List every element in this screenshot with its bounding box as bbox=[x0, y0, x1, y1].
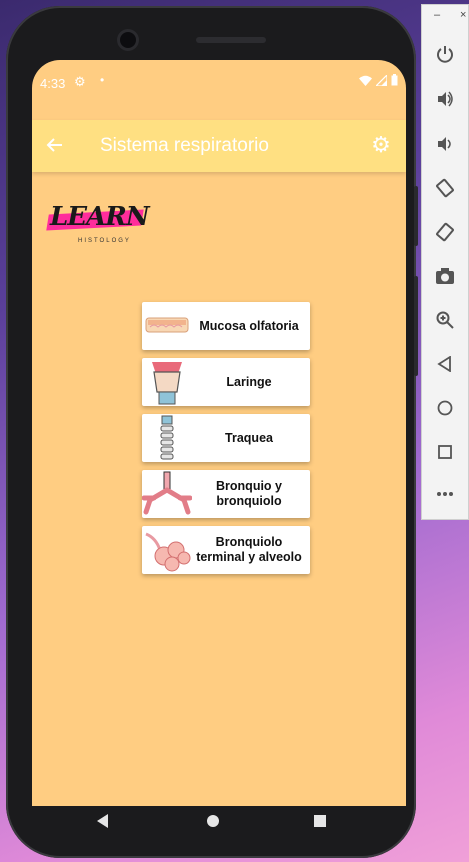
status-bar: 4:33 ⚙ • bbox=[32, 60, 406, 106]
menu-item-laringe[interactable]: Laringe bbox=[142, 358, 310, 406]
power-side-button bbox=[414, 186, 418, 246]
trachea-icon bbox=[142, 414, 192, 462]
app-screen: 4:33 ⚙ • Sistema respiratorio ⚙ LEARN HI… bbox=[32, 60, 406, 806]
settings-icon: ⚙ bbox=[74, 74, 86, 89]
logo-word: LEARN bbox=[50, 202, 150, 232]
volume-down-button[interactable] bbox=[422, 127, 468, 161]
nav-home-button[interactable] bbox=[206, 814, 220, 833]
menu-item-label: Bronquio y bronquiolo bbox=[216, 479, 282, 508]
screenshot-button[interactable] bbox=[422, 259, 468, 293]
larynx-icon bbox=[142, 358, 192, 406]
logo-subtitle: HISTOLOGY bbox=[78, 238, 131, 244]
wifi-icon bbox=[359, 75, 372, 86]
status-time: 4:33 bbox=[40, 76, 66, 91]
back-triangle-icon bbox=[97, 814, 108, 828]
back-button[interactable] bbox=[46, 132, 74, 160]
emu-home-button[interactable] bbox=[422, 391, 468, 425]
menu-item-alveolo[interactable]: Bronquiolo terminal y alveolo bbox=[142, 526, 310, 574]
zoom-button[interactable] bbox=[422, 303, 468, 337]
settings-button[interactable]: ⚙ bbox=[368, 133, 394, 159]
zoom-icon bbox=[436, 311, 454, 329]
volume-down-icon bbox=[438, 137, 451, 151]
menu-item-mucosa-olfatoria[interactable]: Mucosa olfatoria bbox=[142, 302, 310, 350]
android-nav-bar bbox=[26, 800, 400, 846]
overview-square-icon bbox=[314, 815, 326, 827]
topic-menu: Mucosa olfatoria Laringe Traquea Bronqui… bbox=[141, 302, 310, 582]
volume-up-button[interactable] bbox=[422, 82, 468, 116]
arrow-left-icon bbox=[46, 138, 62, 152]
volume-side-button bbox=[414, 276, 418, 376]
more-button[interactable] bbox=[422, 477, 468, 511]
camera-icon bbox=[436, 268, 454, 284]
notification-dot-icon: • bbox=[100, 73, 105, 87]
gear-icon: ⚙ bbox=[371, 132, 391, 157]
home-circle-icon bbox=[207, 815, 219, 827]
power-button[interactable] bbox=[422, 37, 468, 71]
menu-item-traquea[interactable]: Traquea bbox=[142, 414, 310, 462]
menu-item-bronquio[interactable]: Bronquio y bronquiolo bbox=[141, 470, 310, 518]
learn-histology-logo: LEARN HISTOLOGY bbox=[44, 200, 150, 250]
alveolus-icon bbox=[142, 526, 192, 574]
battery-icon bbox=[391, 74, 398, 86]
more-icon bbox=[437, 492, 453, 496]
power-icon bbox=[437, 46, 453, 63]
earpiece-speaker bbox=[196, 37, 266, 43]
signal-icon bbox=[376, 74, 387, 86]
back-icon bbox=[437, 356, 451, 372]
emu-back-button[interactable] bbox=[422, 347, 468, 381]
menu-item-label: Bronquiolo terminal y alveolo bbox=[196, 535, 302, 564]
front-camera bbox=[120, 32, 136, 48]
rotate-right-button[interactable] bbox=[422, 215, 468, 249]
olfactory-mucosa-icon bbox=[142, 302, 192, 350]
emulator-toolbar: – × bbox=[421, 4, 469, 520]
rotate-right-icon bbox=[436, 222, 454, 242]
volume-up-icon bbox=[438, 91, 453, 107]
menu-item-label: Mucosa olfatoria bbox=[199, 318, 299, 333]
emu-overview-button[interactable] bbox=[422, 435, 468, 469]
menu-item-label: Traquea bbox=[225, 430, 273, 445]
nav-overview-button[interactable] bbox=[313, 814, 327, 833]
close-icon[interactable]: × bbox=[460, 9, 466, 21]
rotate-left-button[interactable] bbox=[422, 171, 468, 205]
home-icon bbox=[437, 400, 453, 416]
menu-item-label: Laringe bbox=[226, 374, 272, 389]
app-bar: Sistema respiratorio ⚙ bbox=[32, 120, 406, 172]
page-title: Sistema respiratorio bbox=[100, 135, 269, 156]
minimize-icon[interactable]: – bbox=[434, 9, 440, 21]
phone-frame: 4:33 ⚙ • Sistema respiratorio ⚙ LEARN HI… bbox=[6, 6, 418, 858]
rotate-left-icon bbox=[436, 178, 454, 198]
status-icons bbox=[359, 74, 398, 86]
bronchus-icon bbox=[141, 470, 193, 518]
overview-icon bbox=[438, 445, 452, 459]
nav-back-button[interactable] bbox=[96, 814, 110, 833]
